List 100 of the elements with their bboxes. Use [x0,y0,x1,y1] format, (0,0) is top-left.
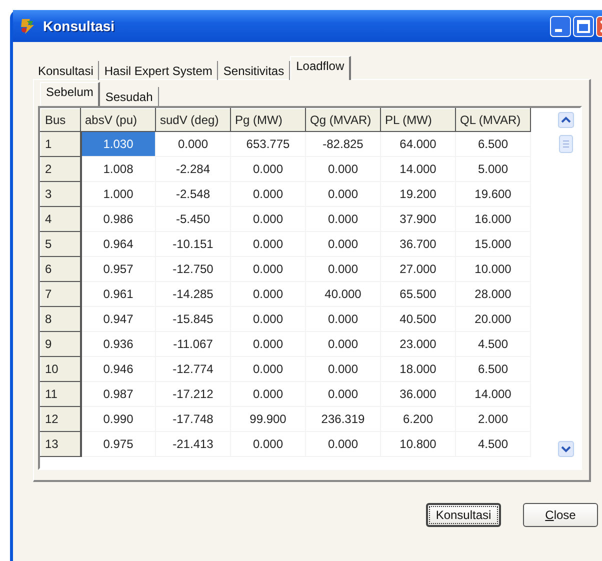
table-cell: 14.000 [456,382,530,406]
table-cell: 36.000 [380,382,456,406]
table-cell: 0.000 [306,382,380,406]
dialog-button[interactable]: Close [523,503,598,527]
tab[interactable]: Loadflow [290,56,352,80]
row-header: 1 [40,132,80,156]
app-icon [19,17,37,35]
row-header: 9 [40,332,80,356]
scroll-up-icon[interactable] [558,112,574,128]
table-cell: 99.900 [230,406,306,432]
table-cell: 40.500 [380,306,456,332]
table-cell: 0.000 [230,356,306,382]
row-header: 8 [40,306,80,332]
minimize-icon[interactable] [550,16,571,36]
column-header[interactable]: Qg (MVAR) [306,108,380,132]
table-cell: -5.450 [156,206,230,232]
column-header[interactable]: sudV (deg) [156,108,230,132]
table-cell: 0.000 [230,232,306,256]
table-cell: -17.212 [156,382,230,406]
row-header: 12 [40,406,80,432]
table-cell: 0.000 [230,282,306,306]
table-cell: 653.775 [230,132,306,156]
row-header: 6 [40,256,80,282]
column-header[interactable]: QL (MVAR) [456,108,530,132]
table-cell: 65.500 [380,282,456,306]
table-cell: 23.000 [380,332,456,356]
table-cell: 0.000 [306,332,380,356]
table-cell: -82.825 [306,132,380,156]
row-header: 11 [40,382,80,406]
table-cell: 27.000 [380,256,456,282]
table-cell: 5.000 [456,156,530,182]
tab[interactable]: Sebelum [40,82,100,106]
table-cell: 0.987 [80,382,156,406]
table-cell: 14.000 [380,156,456,182]
table-cell: -2.548 [156,182,230,206]
table-cell: 37.900 [380,206,456,232]
table-cell: 20.000 [456,306,530,332]
maximize-icon[interactable] [573,16,594,36]
table-cell: 0.000 [230,182,306,206]
table-cell: 236.319 [306,406,380,432]
table-cell: 28.000 [456,282,530,306]
table-cell: -2.284 [156,156,230,182]
table-cell: 0.936 [80,332,156,356]
table-cell: -10.151 [156,232,230,256]
table-cell: 2.000 [456,406,530,432]
table-cell: 6.200 [380,406,456,432]
table-cell: 0.000 [306,306,380,332]
table-cell: 4.500 [456,432,530,456]
table-cell: 0.000 [230,382,306,406]
table-cell: -14.285 [156,282,230,306]
table-cell: 19.200 [380,182,456,206]
tab[interactable]: Hasil Expert System [99,61,218,80]
dialog-button[interactable]: Konsultasi [426,503,501,527]
scroll-thumb-icon[interactable] [558,135,574,153]
table-cell: 64.000 [380,132,456,156]
table-cell: 0.986 [80,206,156,232]
tab[interactable]: Konsultasi [33,61,100,80]
column-header[interactable]: PL (MW) [380,108,456,132]
table-cell: 1.030 [80,132,156,156]
table-cell: 0.957 [80,256,156,282]
row-header: 7 [40,282,80,306]
table-cell: 19.600 [456,182,530,206]
table-cell: 0.975 [80,432,156,456]
row-header: 3 [40,182,80,206]
table-cell: -21.413 [156,432,230,456]
column-header[interactable]: Bus [40,108,80,132]
table-cell: 36.700 [380,232,456,256]
table-cell: 0.964 [80,232,156,256]
table-cell: -12.750 [156,256,230,282]
table-cell: 0.000 [230,306,306,332]
table-cell: -12.774 [156,356,230,382]
table-cell: 0.000 [306,432,380,456]
table-cell: 0.000 [306,206,380,232]
table-cell: 0.946 [80,356,156,382]
table-cell: 1.008 [80,156,156,182]
table-cell: 0.000 [306,256,380,282]
table-cell: 1.000 [80,182,156,206]
table-cell: 15.000 [456,232,530,256]
column-header[interactable]: absV (pu) [80,108,156,132]
table-cell: 0.000 [306,182,380,206]
row-header: 10 [40,356,80,382]
table-cell: 4.500 [456,332,530,356]
table-cell: 0.000 [230,432,306,456]
window-title: Konsultasi [43,18,115,34]
table-cell: -15.845 [156,306,230,332]
table-cell: 6.500 [456,132,530,156]
table-cell: -11.067 [156,332,230,356]
table-cell: 0.000 [306,232,380,256]
row-header: 2 [40,156,80,182]
table-cell: 0.000 [230,332,306,356]
column-header[interactable]: Pg (MW) [230,108,306,132]
table-cell: 10.800 [380,432,456,456]
row-header: 13 [40,432,80,456]
scroll-down-icon[interactable] [558,441,574,457]
table-cell: 18.000 [380,356,456,382]
table-cell: 10.000 [456,256,530,282]
table-cell: 40.000 [306,282,380,306]
table-cell: 0.000 [306,156,380,182]
table-cell: 16.000 [456,206,530,232]
table-cell: 0.947 [80,306,156,332]
